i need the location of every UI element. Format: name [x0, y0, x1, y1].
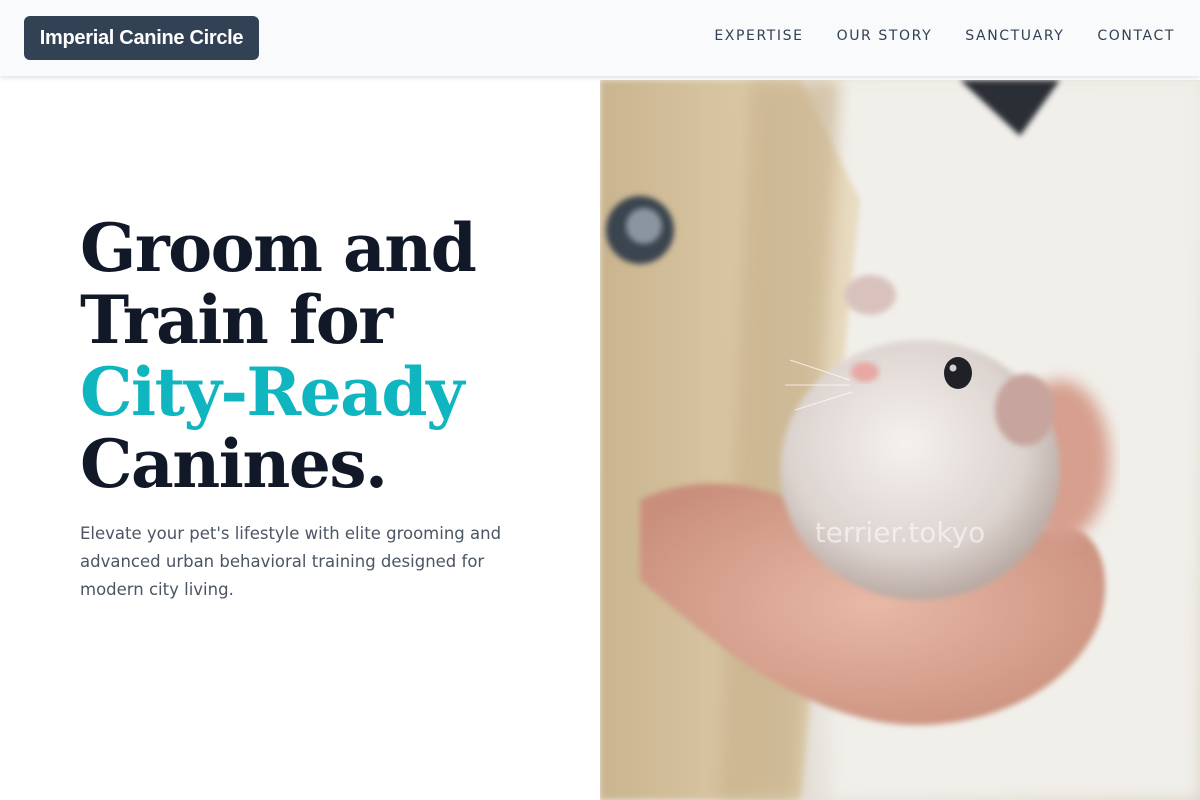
top-navbar: Imperial Canine Circle EXPERTISE OUR STO… — [0, 0, 1200, 76]
headline-line-4: Canines. — [80, 425, 388, 503]
nav-link-expertise[interactable]: EXPERTISE — [714, 28, 803, 44]
hero-subtext: Elevate your pet's lifestyle with elite … — [80, 524, 502, 599]
nav-link-our-story[interactable]: OUR STORY — [837, 28, 933, 44]
headline-accent: City-Ready — [80, 353, 464, 431]
hero-headline: Groom and Train for City-Ready Canines. — [80, 212, 580, 500]
nav-link-sanctuary[interactable]: SANCTUARY — [965, 28, 1064, 44]
brand-logo-button[interactable]: Imperial Canine Circle — [24, 16, 259, 60]
nav-link-contact[interactable]: CONTACT — [1097, 28, 1175, 44]
headline-line-2: Train for — [80, 281, 393, 359]
main-nav: EXPERTISE OUR STORY SANCTUARY CONTACT — [714, 0, 1175, 72]
image-watermark: terrier.tokyo — [815, 516, 986, 549]
hero-image-hamster-in-hand: terrier.tokyo — [600, 80, 1200, 800]
headline-line-1: Groom and — [80, 209, 477, 287]
hero-photo: terrier.tokyo — [600, 80, 1200, 800]
